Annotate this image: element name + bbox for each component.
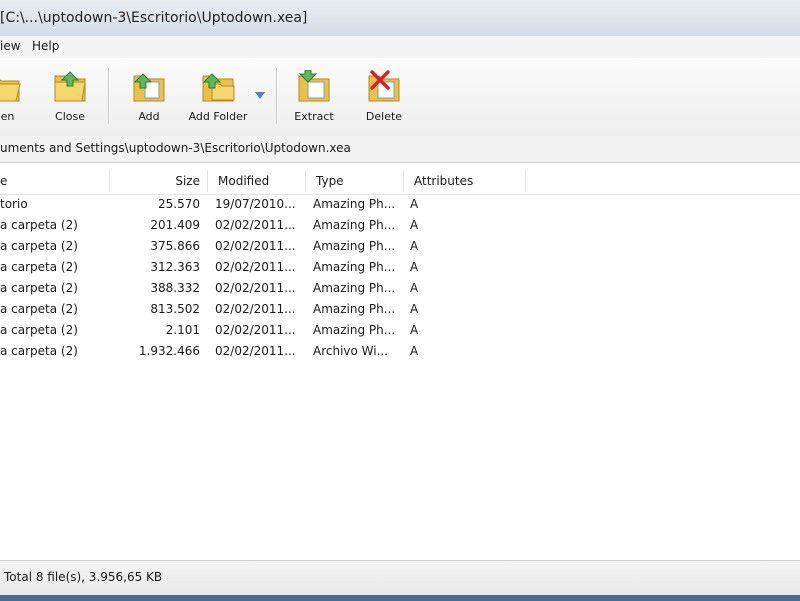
file-size: 25.570 — [158, 197, 200, 211]
file-modified: 02/02/2011... — [215, 344, 296, 358]
close-folder-icon — [54, 71, 86, 102]
file-size: 2.101 — [165, 323, 200, 337]
column-modified-header[interactable]: Modified — [218, 174, 269, 188]
column-divider[interactable] — [305, 170, 306, 192]
menu-help[interactable]: Help — [32, 39, 59, 53]
close-label: Close — [55, 110, 85, 123]
file-type: Amazing Ph... — [313, 302, 396, 316]
add-folder-label: Add Folder — [188, 110, 248, 123]
file-attributes: A — [410, 260, 419, 274]
table-row[interactable]: a carpeta (2) 388.332 02/02/2011... Amaz… — [0, 279, 800, 299]
file-modified: 02/02/2011... — [215, 239, 296, 253]
window-title: [C:\...\uptodown-3\Escritorio\Uptodown.x… — [0, 10, 308, 26]
table-row[interactable]: torio 25.570 19/07/2010... Amazing Ph...… — [0, 195, 800, 215]
file-name: a carpeta (2) — [0, 239, 78, 253]
file-size: 375.866 — [150, 239, 200, 253]
file-modified: 02/02/2011... — [215, 260, 296, 274]
add-icon — [133, 73, 165, 102]
file-name: torio — [0, 197, 28, 211]
column-type-header[interactable]: Type — [316, 174, 344, 188]
file-name: a carpeta (2) — [0, 344, 78, 358]
table-row[interactable]: a carpeta (2) 1.932.466 02/02/2011... Ar… — [0, 342, 800, 362]
delete-icon — [368, 70, 400, 102]
file-modified: 02/02/2011... — [215, 323, 296, 337]
file-type: Amazing Ph... — [313, 239, 396, 253]
file-size: 201.409 — [150, 218, 200, 232]
file-list[interactable]: e Size Modified Type Attributes torio 25… — [0, 168, 800, 560]
column-name-header[interactable]: e — [0, 174, 7, 188]
taskbar-strip — [0, 595, 800, 601]
file-type: Amazing Ph... — [313, 260, 396, 274]
file-attributes: A — [410, 218, 419, 232]
file-type: Amazing Ph... — [313, 323, 396, 337]
extract-button[interactable]: Extract — [282, 66, 346, 130]
file-name: a carpeta (2) — [0, 260, 78, 274]
menu-bar: iew Help — [0, 36, 800, 59]
open-folder-icon — [0, 79, 21, 102]
add-folder-button[interactable]: Add Folder — [186, 66, 250, 130]
menu-view[interactable]: iew — [0, 39, 21, 53]
delete-label: Delete — [365, 110, 403, 123]
file-type: Amazing Ph... — [313, 197, 396, 211]
status-text: Total 8 file(s), 3.956,65 KB — [4, 570, 163, 584]
table-row[interactable]: a carpeta (2) 813.502 02/02/2011... Amaz… — [0, 300, 800, 320]
file-list-header: e Size Modified Type Attributes — [0, 168, 800, 195]
file-attributes: A — [410, 344, 419, 358]
extract-icon — [298, 70, 330, 102]
archive-path: uments and Settings\uptodown-3\Escritori… — [0, 141, 351, 155]
file-size: 813.502 — [150, 302, 200, 316]
table-row[interactable]: a carpeta (2) 312.363 02/02/2011... Amaz… — [0, 258, 800, 278]
file-name: a carpeta (2) — [0, 218, 78, 232]
file-type: Amazing Ph... — [313, 218, 396, 232]
file-type: Amazing Ph... — [313, 281, 396, 295]
toolbar: pen Close Add Add Folder — [0, 58, 800, 137]
delete-button[interactable]: Delete — [352, 66, 416, 130]
table-row[interactable]: a carpeta (2) 375.866 02/02/2011... Amaz… — [0, 237, 800, 257]
file-modified: 02/02/2011... — [215, 281, 296, 295]
path-bar: uments and Settings\uptodown-3\Escritori… — [0, 136, 800, 163]
column-size-header[interactable]: Size — [110, 174, 200, 188]
title-bar: [C:\...\uptodown-3\Escritorio\Uptodown.x… — [0, 0, 800, 37]
column-divider[interactable] — [207, 170, 208, 192]
file-modified: 19/07/2010... — [215, 197, 296, 211]
column-divider[interactable] — [403, 170, 404, 192]
file-type: Archivo Wi... — [313, 344, 389, 358]
file-name: a carpeta (2) — [0, 323, 78, 337]
table-row[interactable]: a carpeta (2) 201.409 02/02/2011... Amaz… — [0, 216, 800, 236]
column-attributes-header[interactable]: Attributes — [414, 174, 473, 188]
close-button[interactable]: Close — [38, 66, 102, 130]
file-size: 312.363 — [150, 260, 200, 274]
file-attributes: A — [410, 239, 419, 253]
file-attributes: A — [410, 281, 419, 295]
file-size: 1.932.466 — [138, 344, 200, 358]
file-attributes: A — [410, 197, 419, 211]
column-divider[interactable] — [525, 170, 526, 192]
file-name: a carpeta (2) — [0, 281, 78, 295]
add-button[interactable]: Add — [117, 66, 181, 130]
file-attributes: A — [410, 302, 419, 316]
table-row[interactable]: a carpeta (2) 2.101 02/02/2011... Amazin… — [0, 321, 800, 341]
file-attributes: A — [410, 323, 419, 337]
add-folder-icon — [202, 73, 235, 102]
file-size: 388.332 — [150, 281, 200, 295]
file-modified: 02/02/2011... — [215, 302, 296, 316]
add-folder-dropdown-icon[interactable] — [255, 92, 265, 99]
file-name: a carpeta (2) — [0, 302, 78, 316]
status-bar: Total 8 file(s), 3.956,65 KB — [0, 560, 800, 601]
file-modified: 02/02/2011... — [215, 218, 296, 232]
